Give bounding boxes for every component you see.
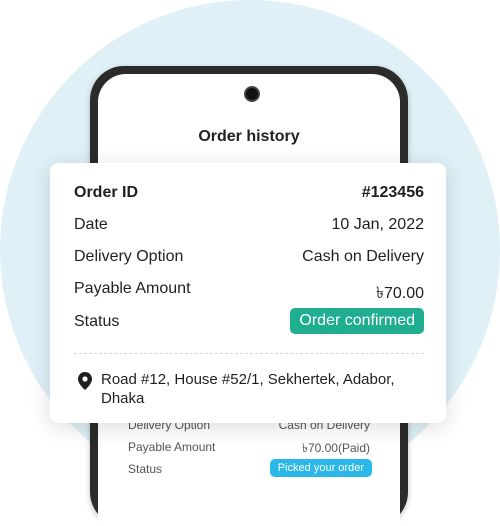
delivery-option-label: Delivery Option xyxy=(74,248,184,265)
list-item: Payable Amount ৳70.00(Paid) xyxy=(128,440,370,455)
status-row: Status Order confirmed xyxy=(74,308,424,335)
order-id-label: Order ID xyxy=(74,184,139,201)
order-id-value: #123456 xyxy=(361,184,424,201)
address-text: Road #12, House #52/1, Sekhertek, Adabor… xyxy=(101,371,395,407)
payable-amount-row: Payable Amount ৳70.00 xyxy=(74,280,424,302)
payable-amount-value: ৳70.00 xyxy=(375,285,424,302)
payable-amount-label: Payable Amount xyxy=(74,280,191,297)
status-badge: Picked your order xyxy=(269,459,372,477)
delivery-option-value: Cash on Delivery xyxy=(302,248,424,265)
status-label: Status xyxy=(74,313,120,330)
location-pin-icon xyxy=(78,372,92,390)
date-value: 10 Jan, 2022 xyxy=(331,216,424,233)
front-camera-icon xyxy=(246,88,258,100)
list-item: Status Picked your order xyxy=(128,459,372,477)
page-title: Order history xyxy=(198,128,300,145)
divider xyxy=(74,353,424,354)
payable-amount-value: ৳70.00(Paid) xyxy=(301,441,370,455)
date-row: Date 10 Jan, 2022 xyxy=(74,216,424,238)
order-id-row: Order ID #123456 xyxy=(74,184,424,206)
payable-amount-label: Payable Amount xyxy=(128,440,216,454)
date-label: Date xyxy=(74,216,108,233)
order-details-card: Order ID #123456 Date 10 Jan, 2022 Deliv… xyxy=(50,163,446,423)
status-label: Status xyxy=(128,462,163,476)
status-badge: Order confirmed xyxy=(290,308,424,334)
delivery-option-row: Delivery Option Cash on Delivery xyxy=(74,248,424,270)
